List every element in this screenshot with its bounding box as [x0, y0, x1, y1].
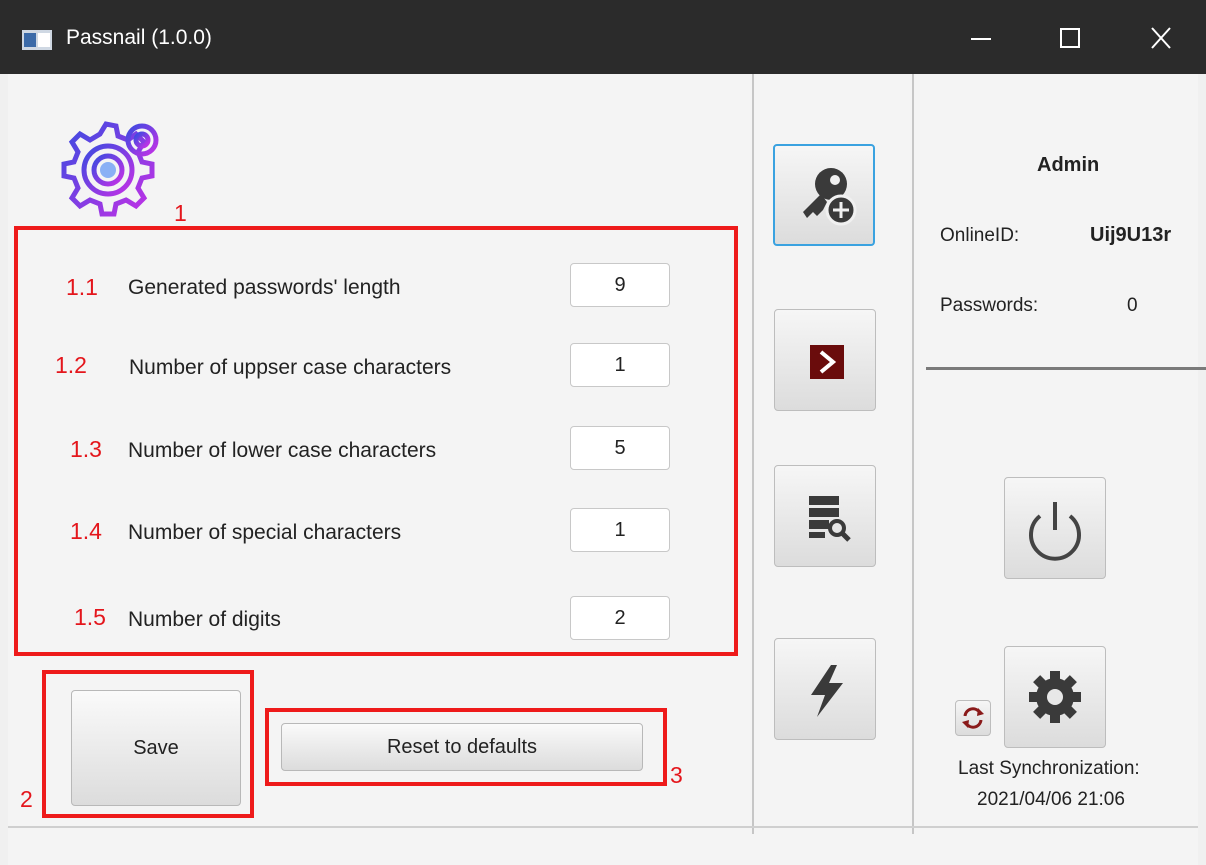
user-name: Admin — [1037, 154, 1100, 176]
digits-count-input[interactable]: 2 — [570, 596, 670, 640]
lightning-icon — [811, 665, 843, 717]
logout-power-button[interactable] — [1004, 477, 1106, 579]
key-add-icon — [803, 168, 857, 226]
chevron-right-icon — [810, 345, 844, 379]
annotation-marker-1-4: 1.4 — [70, 518, 102, 544]
annotation-marker-3: 3 — [670, 762, 683, 788]
database-search-icon — [809, 496, 851, 542]
last-sync-label: Last Synchronization: — [958, 758, 1140, 779]
lowercase-count-input[interactable]: 5 — [570, 426, 670, 470]
uppercase-count-label: Number of uppser case characters — [129, 356, 452, 379]
minimize-button[interactable] — [961, 20, 1001, 56]
annotation-marker-1-2: 1.2 — [55, 352, 87, 378]
passwords-count: 0 — [1127, 295, 1138, 316]
annotation-marker-1: 1 — [174, 200, 187, 226]
uppercase-count-input[interactable]: 1 — [570, 343, 670, 387]
nav-add-password-button[interactable] — [773, 144, 875, 246]
password-length-input[interactable]: 9 — [570, 263, 670, 307]
nav-forward-button[interactable] — [774, 309, 876, 411]
window-title: Passnail (1.0.0) — [66, 26, 212, 49]
digits-count-label: Number of digits — [128, 608, 281, 631]
settings-button[interactable] — [1004, 646, 1106, 748]
annotation-marker-1-1: 1.1 — [66, 274, 98, 300]
online-id-value: Uij9U13r — [1090, 224, 1172, 246]
special-count-input[interactable]: 1 — [570, 508, 670, 552]
settings-gear-icon — [61, 121, 159, 217]
sync-button[interactable] — [955, 700, 991, 736]
password-length-label: Generated passwords' length — [128, 276, 401, 299]
app-window-icon — [22, 30, 52, 50]
online-id-label: OnlineID: — [940, 225, 1020, 246]
save-button[interactable]: Save — [71, 690, 241, 806]
special-count-label: Number of special characters — [128, 521, 402, 544]
lowercase-count-label: Number of lower case characters — [128, 439, 437, 462]
refresh-icon — [962, 707, 984, 729]
user-panel-divider — [926, 367, 1206, 370]
close-button[interactable] — [1141, 20, 1181, 56]
last-sync-timestamp: 2021/04/06 21:06 — [977, 789, 1125, 810]
divider-right — [912, 74, 914, 834]
power-icon — [1029, 502, 1081, 561]
passwords-label: Passwords: — [940, 295, 1039, 316]
reset-defaults-button[interactable]: Reset to defaults — [281, 723, 643, 771]
maximize-button[interactable] — [1050, 20, 1090, 56]
nav-search-database-button[interactable] — [774, 465, 876, 567]
title-bar: Passnail (1.0.0) — [0, 0, 1206, 74]
annotation-marker-1-5: 1.5 — [74, 604, 106, 630]
divider-left — [752, 74, 754, 834]
nav-quick-generate-button[interactable] — [774, 638, 876, 740]
annotation-marker-1-3: 1.3 — [70, 436, 102, 462]
gear-icon — [1029, 671, 1081, 723]
annotation-marker-2: 2 — [20, 786, 33, 812]
status-bar-divider — [8, 826, 1198, 828]
